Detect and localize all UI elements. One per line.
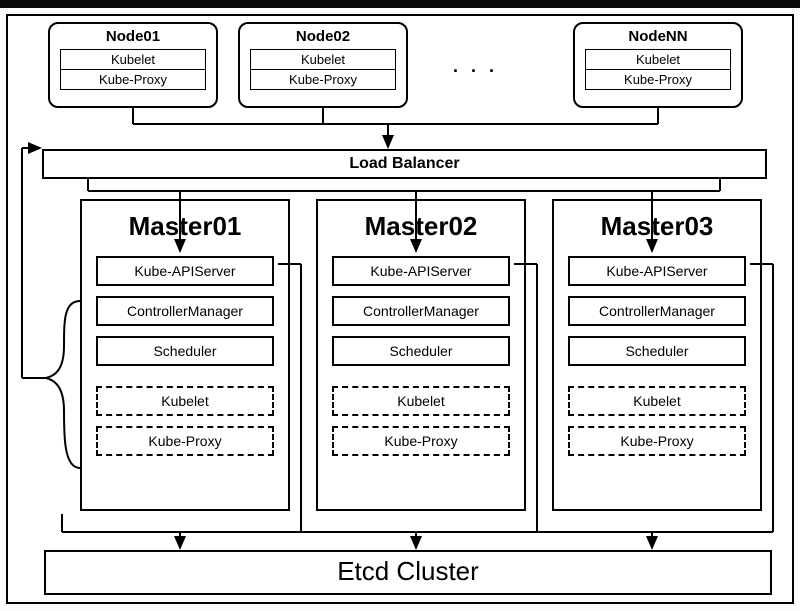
slot-kubeproxy: Kube-Proxy	[585, 70, 731, 90]
cell-kubeproxy: Kube-Proxy	[568, 426, 746, 456]
cell-apiserver: Kube-APIServer	[96, 256, 274, 286]
cell-scheduler: Scheduler	[568, 336, 746, 366]
cell-kubeproxy: Kube-Proxy	[332, 426, 510, 456]
node-box-node01: Node01 Kubelet Kube-Proxy	[48, 22, 218, 108]
slot-kubelet: Kubelet	[585, 49, 731, 70]
load-balancer-label: Load Balancer	[349, 155, 459, 172]
node-slots: Kubelet Kube-Proxy	[240, 45, 406, 96]
master-title: Master01	[82, 211, 288, 242]
window-top-edge	[0, 0, 800, 8]
cell-kubelet: Kubelet	[96, 386, 274, 416]
cell-scheduler: Scheduler	[332, 336, 510, 366]
node-title: Node01	[50, 28, 216, 45]
master-box-master03: Master03 Kube-APIServer ControllerManage…	[552, 199, 762, 511]
node-slots: Kubelet Kube-Proxy	[575, 45, 741, 96]
cell-kubelet: Kubelet	[332, 386, 510, 416]
outer-frame: Node01 Kubelet Kube-Proxy Node02 Kubelet…	[6, 14, 794, 604]
cell-controllermanager: ControllerManager	[96, 296, 274, 326]
node-title: Node02	[240, 28, 406, 45]
slot-kubeproxy: Kube-Proxy	[250, 70, 396, 90]
cell-controllermanager: ControllerManager	[332, 296, 510, 326]
etcd-label: Etcd Cluster	[337, 556, 479, 586]
cell-kubelet: Kubelet	[568, 386, 746, 416]
ellipsis: . . .	[453, 56, 498, 77]
load-balancer-box: Load Balancer	[42, 149, 767, 179]
cell-apiserver: Kube-APIServer	[568, 256, 746, 286]
slot-kubelet: Kubelet	[60, 49, 206, 70]
slot-kubeproxy: Kube-Proxy	[60, 70, 206, 90]
cell-kubeproxy: Kube-Proxy	[96, 426, 274, 456]
master-box-master02: Master02 Kube-APIServer ControllerManage…	[316, 199, 526, 511]
cell-controllermanager: ControllerManager	[568, 296, 746, 326]
cell-scheduler: Scheduler	[96, 336, 274, 366]
node-slots: Kubelet Kube-Proxy	[50, 45, 216, 96]
slot-kubelet: Kubelet	[250, 49, 396, 70]
node-box-node02: Node02 Kubelet Kube-Proxy	[238, 22, 408, 108]
cell-apiserver: Kube-APIServer	[332, 256, 510, 286]
etcd-box: Etcd Cluster	[44, 550, 772, 595]
diagram-root: Node01 Kubelet Kube-Proxy Node02 Kubelet…	[0, 0, 800, 611]
master-title: Master02	[318, 211, 524, 242]
node-box-nodeNN: NodeNN Kubelet Kube-Proxy	[573, 22, 743, 108]
node-title: NodeNN	[575, 28, 741, 45]
master-box-master01: Master01 Kube-APIServer ControllerManage…	[80, 199, 290, 511]
master-title: Master03	[554, 211, 760, 242]
